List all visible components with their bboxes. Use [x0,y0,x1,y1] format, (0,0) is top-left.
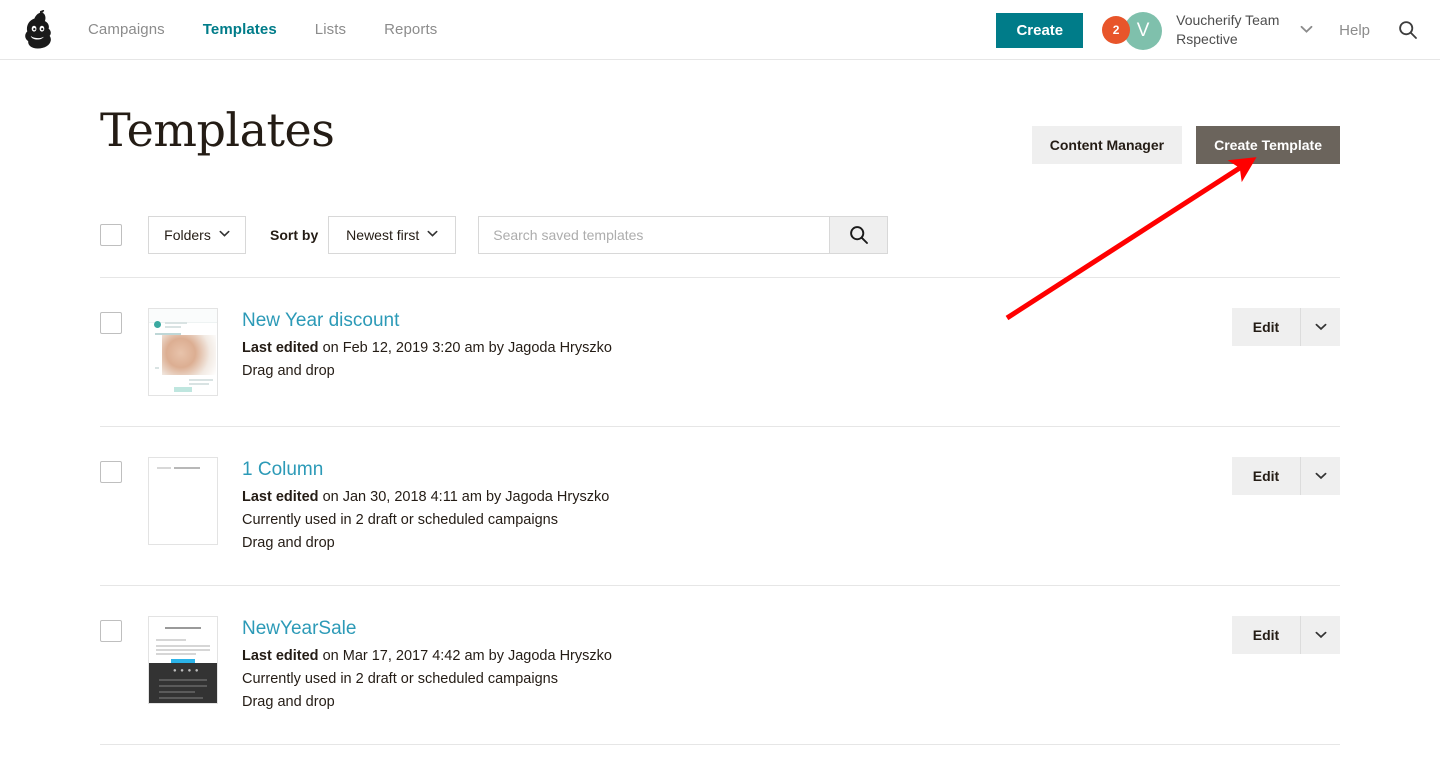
search-input[interactable] [479,217,830,253]
template-last-edited: Last edited on Feb 12, 2019 3:20 am by J… [242,337,612,360]
template-name-link[interactable]: NewYearSale [242,618,612,640]
sort-by-label: Sort by [270,227,319,243]
search-icon[interactable] [1398,20,1418,40]
nav-link-campaigns[interactable]: Campaigns [88,21,165,38]
edit-button[interactable]: Edit [1232,616,1300,654]
select-all-checkbox[interactable] [100,224,122,246]
chevron-down-icon [427,229,438,241]
last-edited-label: Last edited [242,489,319,505]
row-checkbox[interactable] [100,620,122,642]
table-row: ● ● ● ● NewYearSale Last edited on Mar 1… [100,585,1340,745]
template-info: NewYearSale Last edited on Mar 17, 2017 … [242,616,612,714]
edit-button[interactable]: Edit [1232,308,1300,346]
page-header-actions: Content Manager Create Template [1031,126,1340,164]
list-toolbar: Folders Sort by Newest first [100,216,1340,254]
template-last-edited: Last edited on Jan 30, 2018 4:11 am by J… [242,486,609,509]
page-title: Templates [100,103,335,157]
last-edited-label: Last edited [242,340,319,356]
account-name: Voucherify Team Rspective [1176,12,1280,47]
row-checkbox[interactable] [100,312,122,334]
nav-link-lists[interactable]: Lists [315,21,346,38]
row-actions: Edit [1232,308,1340,346]
template-type: Drag and drop [242,535,335,551]
chevron-down-icon [219,229,230,241]
main-nav-links: Campaigns Templates Lists Reports [88,21,437,38]
template-info: 1 Column Last edited on Jan 30, 2018 4:1… [242,457,609,555]
chevron-down-icon[interactable] [1300,23,1313,37]
template-usage: Currently used in 2 draft or scheduled c… [242,671,558,687]
mailchimp-freddie-logo-icon[interactable] [16,8,60,52]
folders-dropdown-label: Folders [164,227,211,243]
sort-dropdown[interactable]: Newest first [328,216,457,254]
chevron-down-icon[interactable] [1300,616,1340,654]
template-last-edited: Last edited on Mar 17, 2017 4:42 am by J… [242,645,612,668]
table-row: New Year discount Last edited on Feb 12,… [100,277,1340,426]
top-navigation-bar: Campaigns Templates Lists Reports Create… [0,0,1440,60]
create-button[interactable]: Create [996,12,1084,48]
last-edited-detail: on Jan 30, 2018 4:11 am by Jagoda Hryszk… [322,489,610,505]
last-edited-detail: on Feb 12, 2019 3:20 am by Jagoda Hryszk… [322,340,612,356]
nav-link-templates[interactable]: Templates [203,21,277,38]
nav-right-cluster: Create 2 V Voucherify Team Rspective Hel… [996,0,1440,60]
table-row: 1 Column Last edited on Jan 30, 2018 4:1… [100,426,1340,585]
template-thumbnail[interactable] [148,308,218,396]
template-type: Drag and drop [242,694,335,710]
last-edited-label: Last edited [242,648,319,664]
template-search [478,216,889,254]
nav-link-reports[interactable]: Reports [384,21,437,38]
folders-dropdown[interactable]: Folders [148,216,246,254]
template-thumbnail[interactable] [148,457,218,545]
notification-badge[interactable]: 2 [1102,16,1131,44]
help-link[interactable]: Help [1339,22,1370,39]
template-name-link[interactable]: 1 Column [242,459,609,481]
template-thumbnail[interactable]: ● ● ● ● [148,616,218,704]
sort-dropdown-value: Newest first [346,227,420,243]
page-header: Templates Content Manager Create Templat… [100,102,1340,198]
create-template-button[interactable]: Create Template [1196,126,1340,164]
templates-list: New Year discount Last edited on Feb 12,… [100,277,1340,745]
last-edited-detail: on Mar 17, 2017 4:42 am by Jagoda Hryszk… [322,648,612,664]
content-manager-button[interactable]: Content Manager [1031,126,1183,164]
row-actions: Edit [1232,616,1340,654]
template-info: New Year discount Last edited on Feb 12,… [242,308,612,383]
template-name-link[interactable]: New Year discount [242,310,612,332]
row-checkbox[interactable] [100,461,122,483]
search-submit-button[interactable] [829,217,888,253]
template-type: Drag and drop [242,363,335,379]
page-body: Templates Content Manager Create Templat… [0,60,1440,745]
template-usage: Currently used in 2 draft or scheduled c… [242,512,558,528]
edit-button[interactable]: Edit [1232,457,1300,495]
row-actions: Edit [1232,457,1340,495]
account-avatar-group[interactable]: 2 V [1102,12,1164,50]
content-container: Templates Content Manager Create Templat… [100,60,1340,745]
chevron-down-icon[interactable] [1300,457,1340,495]
chevron-down-icon[interactable] [1300,308,1340,346]
